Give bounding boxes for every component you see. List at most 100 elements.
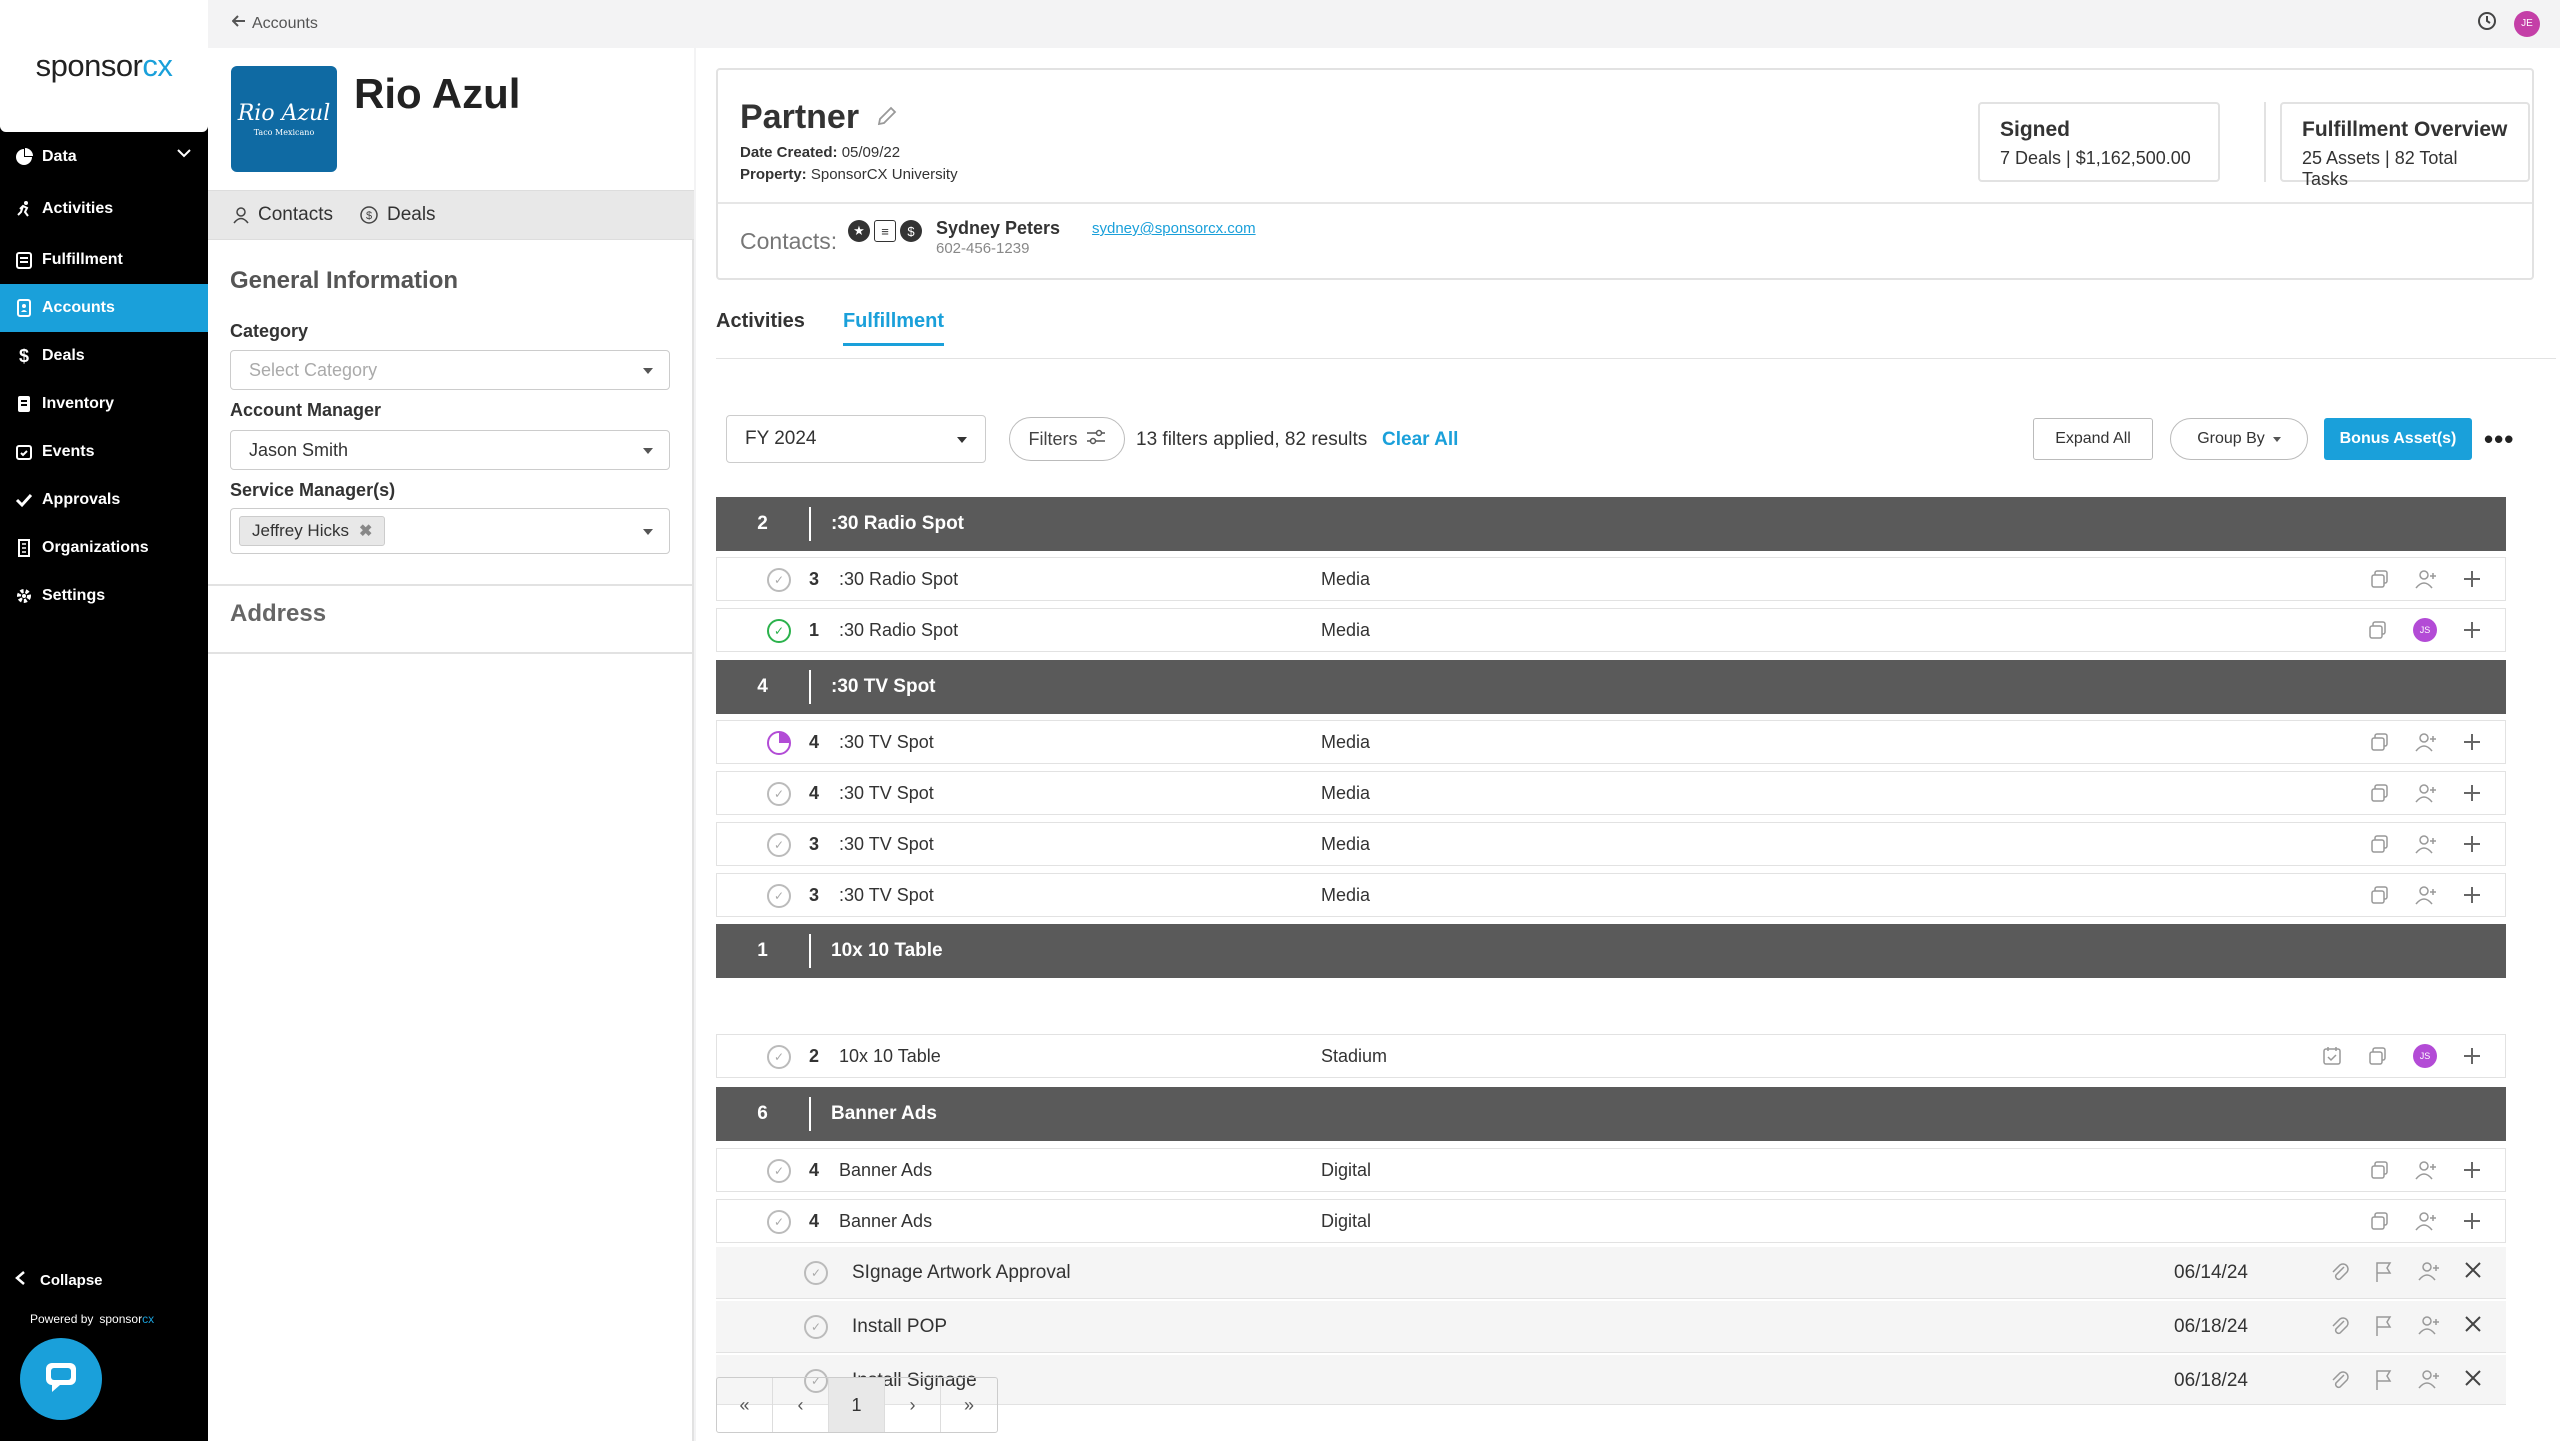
bonus-assets-button[interactable]: Bonus Asset(s) [2324,418,2472,460]
assignee-avatar[interactable]: JS [2413,618,2437,642]
table-row[interactable]: ✓ 3 :30 TV Spot Media [716,873,2506,917]
filters-button[interactable]: Filters [1009,417,1125,461]
chat-button[interactable] [20,1338,102,1420]
copy-icon[interactable] [2367,619,2389,641]
assign-user-icon[interactable] [2415,833,2437,855]
copy-icon[interactable] [2369,568,2391,590]
expand-all-button[interactable]: Expand All [2033,418,2153,460]
fiscal-year-select[interactable]: FY 2024 [726,415,986,463]
paperclip-icon[interactable] [2330,1315,2350,1343]
plus-icon[interactable] [2461,568,2483,590]
category-select[interactable]: Select Category [230,350,670,390]
sidebar-item-inventory[interactable]: Inventory [0,380,208,428]
task-date[interactable]: 06/18/24 [2174,1370,2248,1392]
paperclip-icon[interactable] [2330,1261,2350,1289]
brand-logo[interactable]: sponsorcx [0,0,208,132]
copy-icon[interactable] [2369,833,2391,855]
group-header[interactable]: 6 Banner Ads [716,1087,2506,1141]
copy-icon[interactable] [2369,884,2391,906]
assign-user-icon[interactable] [2415,568,2437,590]
task-status-icon[interactable]: ✓ [804,1315,828,1339]
status-open-icon[interactable]: ✓ [767,1159,791,1183]
assignee-avatar[interactable]: JS [2413,1044,2437,1068]
copy-icon[interactable] [2369,1159,2391,1181]
paperclip-icon[interactable] [2330,1369,2350,1397]
table-row[interactable]: ✓ 2 10x 10 Table Stadium JS [716,1034,2506,1078]
flag-icon[interactable] [2374,1369,2394,1397]
sidebar-item-fulfillment[interactable]: Fulfillment [0,236,208,284]
page-last-button[interactable]: » [941,1378,997,1432]
status-open-icon[interactable]: ✓ [767,1045,791,1069]
copy-icon[interactable] [2367,1045,2389,1067]
copy-icon[interactable] [2369,782,2391,804]
contact-name[interactable]: Sydney Peters [936,218,1060,239]
table-row[interactable]: ✓ 4 Banner Ads Digital [716,1148,2506,1192]
tab-fulfillment[interactable]: Fulfillment [842,310,945,346]
clear-all-link[interactable]: Clear All [1382,429,1458,451]
sidebar-item-accounts[interactable]: Accounts [0,284,208,332]
status-complete-icon[interactable]: ✓ [767,619,791,643]
copy-icon[interactable] [2369,731,2391,753]
assign-user-icon[interactable] [2418,1369,2440,1397]
group-header[interactable]: 2 :30 Radio Spot [716,497,2506,551]
account-manager-select[interactable]: Jason Smith [230,430,670,470]
more-options-icon[interactable]: ••• [2484,424,2514,455]
collapse-button[interactable]: Collapse [14,1270,103,1290]
sidebar-item-events[interactable]: Events [0,428,208,476]
status-open-icon[interactable]: ✓ [767,833,791,857]
copy-icon[interactable] [2369,1210,2391,1232]
assign-user-icon[interactable] [2415,782,2437,804]
task-status-icon[interactable]: ✓ [804,1261,828,1285]
table-row[interactable]: ✓ 3 :30 TV Spot Media [716,822,2506,866]
plus-icon[interactable] [2461,1159,2483,1181]
assign-user-icon[interactable] [2415,884,2437,906]
table-row[interactable]: 4 :30 TV Spot Media [716,720,2506,764]
close-icon[interactable] [2464,1315,2482,1343]
assign-user-icon[interactable] [2418,1261,2440,1289]
status-open-icon[interactable]: ✓ [767,884,791,908]
fulfillment-overview-card[interactable]: Fulfillment Overview 25 Assets | 82 Tota… [2280,102,2530,189]
tab-contacts[interactable]: Contacts [232,204,333,226]
history-icon[interactable] [2476,10,2498,37]
general-info-title[interactable]: General Information [230,267,458,295]
task-row[interactable]: ✓ Install POP 06/18/24 [716,1301,2506,1353]
task-date[interactable]: 06/18/24 [2174,1316,2248,1338]
user-avatar[interactable]: JE [2514,10,2540,37]
plus-icon[interactable] [2461,731,2483,753]
task-row[interactable]: ✓ SIgnage Artwork Approval 06/14/24 [716,1247,2506,1299]
close-icon[interactable] [2464,1261,2482,1289]
status-open-icon[interactable]: ✓ [767,782,791,806]
tab-activities[interactable]: Activities [716,310,805,346]
plus-icon[interactable] [2461,833,2483,855]
contact-email-link[interactable]: sydney@sponsorcx.com [1092,220,1256,237]
sidebar-item-data[interactable]: Data [0,133,208,181]
page-prev-button[interactable]: ‹ [773,1378,829,1432]
group-by-button[interactable]: Group By [2170,418,2308,460]
plus-icon[interactable] [2461,1045,2483,1067]
sidebar-item-activities[interactable]: Activities [0,185,208,233]
remove-chip-icon[interactable]: ✖ [359,521,372,541]
close-icon[interactable] [2464,1369,2482,1397]
page-first-button[interactable]: « [717,1378,773,1432]
table-row[interactable]: ✓ 4 Banner Ads Digital [716,1199,2506,1243]
status-open-icon[interactable]: ✓ [767,568,791,592]
status-in-progress-icon[interactable] [767,731,791,755]
assign-user-icon[interactable] [2415,731,2437,753]
table-row[interactable]: ✓ 4 :30 TV Spot Media [716,771,2506,815]
sidebar-item-settings[interactable]: Settings [0,572,208,620]
plus-icon[interactable] [2461,884,2483,906]
sidebar-item-deals[interactable]: $ Deals [0,332,208,380]
pencil-icon[interactable] [875,98,899,137]
sidebar-item-approvals[interactable]: Approvals [0,476,208,524]
assign-user-icon[interactable] [2418,1315,2440,1343]
page-next-button[interactable]: › [885,1378,941,1432]
flag-icon[interactable] [2374,1315,2394,1343]
assign-user-icon[interactable] [2415,1210,2437,1232]
assign-user-icon[interactable] [2415,1159,2437,1181]
group-header[interactable]: 1 10x 10 Table [716,924,2506,978]
plus-icon[interactable] [2461,619,2483,641]
group-header[interactable]: 4 :30 TV Spot [716,660,2506,714]
tab-deals[interactable]: $ Deals [359,204,436,226]
calendar-check-icon[interactable] [2321,1045,2343,1067]
service-manager-select[interactable]: Jeffrey Hicks ✖ [230,508,670,554]
